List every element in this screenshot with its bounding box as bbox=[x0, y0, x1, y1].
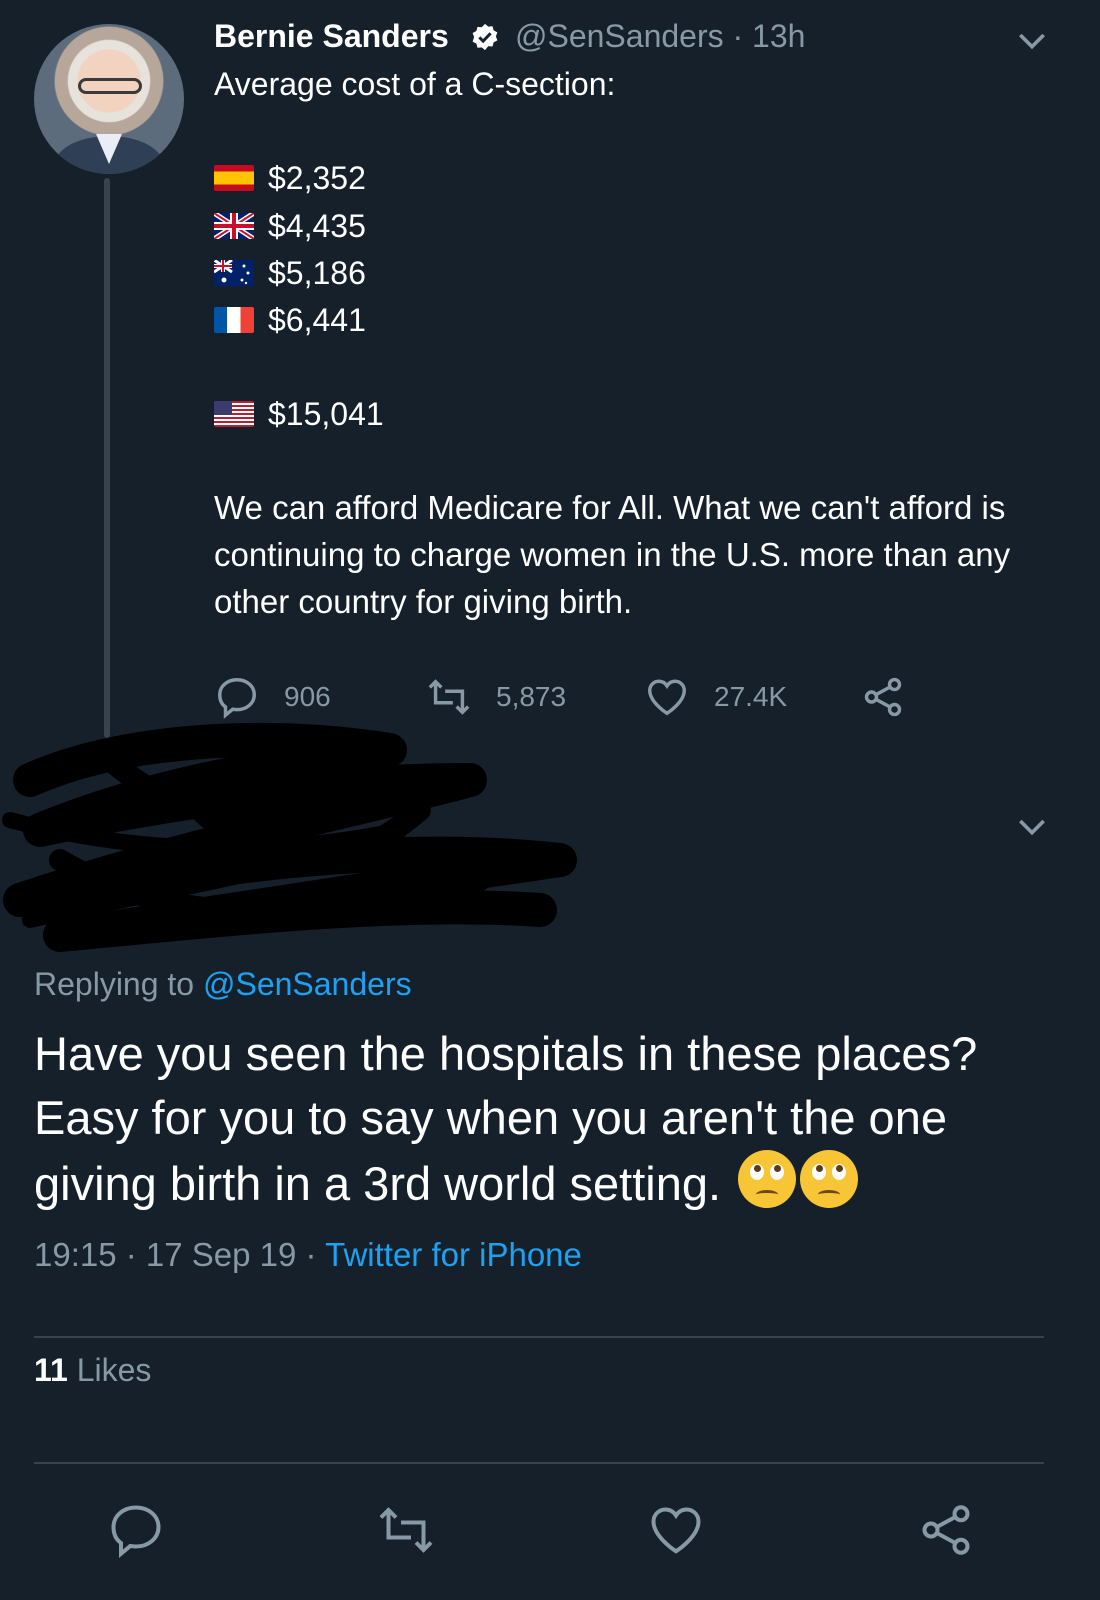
spain-flag-icon bbox=[214, 165, 254, 191]
retweet-action[interactable]: 5,873 bbox=[426, 674, 566, 720]
like-count: 27.4K bbox=[714, 681, 788, 712]
cost-amount: $15,041 bbox=[268, 395, 384, 432]
reply-likes-count: 11 bbox=[34, 1352, 68, 1388]
divider bbox=[34, 1336, 1044, 1338]
rolling-eyes-emoji-icon bbox=[800, 1150, 859, 1208]
reply-timestamp: 19:15 · 17 Sep 19 · bbox=[34, 1236, 317, 1273]
cost-amount: $6,441 bbox=[268, 301, 366, 338]
divider bbox=[34, 1462, 1044, 1464]
thread-line bbox=[104, 178, 110, 738]
redaction-scribble bbox=[2, 723, 577, 952]
replying-prefix: Replying to bbox=[34, 966, 195, 1002]
cost-row-spain: $2,352 bbox=[214, 156, 366, 200]
replying-to-line: Replying to @SenSanders bbox=[34, 966, 412, 1003]
australia-flag-icon bbox=[214, 260, 254, 286]
cost-row-france: $6,441 bbox=[214, 298, 366, 342]
chevron-down-icon[interactable] bbox=[1012, 20, 1052, 60]
replying-handle-link[interactable]: @SenSanders bbox=[203, 966, 412, 1002]
tweet-intro: Average cost of a C-section: bbox=[214, 66, 616, 102]
share-icon[interactable] bbox=[916, 1500, 976, 1560]
united-kingdom-flag-icon bbox=[214, 213, 254, 239]
heart-icon[interactable] bbox=[644, 674, 690, 720]
author-handle[interactable]: @SenSanders bbox=[515, 18, 724, 54]
reply-icon[interactable] bbox=[214, 674, 260, 720]
reply-count: 906 bbox=[284, 681, 331, 712]
cost-row-australia: $5,186 bbox=[214, 251, 366, 295]
reply-action[interactable]: 906 bbox=[214, 674, 331, 720]
reply-likes[interactable]: 11 Likes bbox=[34, 1352, 151, 1389]
verified-badge-icon bbox=[472, 23, 498, 51]
cost-row-united-kingdom: $4,435 bbox=[214, 204, 366, 248]
heart-icon[interactable] bbox=[646, 1500, 706, 1560]
reply-icon[interactable] bbox=[106, 1500, 166, 1560]
retweet-icon[interactable] bbox=[426, 674, 472, 720]
cost-amount: $5,186 bbox=[268, 254, 366, 291]
author-name[interactable]: Bernie Sanders bbox=[214, 18, 449, 55]
retweet-icon[interactable] bbox=[376, 1500, 436, 1560]
tweet-time: · 13h bbox=[732, 18, 806, 54]
reply-meta: 19:15 · 17 Sep 19 · Twitter for iPhone bbox=[34, 1236, 582, 1274]
cost-amount: $4,435 bbox=[268, 207, 366, 244]
author-avatar[interactable] bbox=[34, 24, 184, 174]
like-action[interactable]: 27.4K bbox=[644, 674, 787, 720]
reply-body: Have you seen the hospitals in these pla… bbox=[34, 1022, 1074, 1216]
france-flag-icon bbox=[214, 307, 254, 333]
cost-amount: $2,352 bbox=[268, 159, 366, 196]
chevron-down-icon[interactable] bbox=[1012, 806, 1052, 846]
share-icon[interactable] bbox=[860, 674, 906, 720]
reply-likes-label: Likes bbox=[76, 1352, 152, 1388]
reply-source-link[interactable]: Twitter for iPhone bbox=[325, 1236, 582, 1273]
rolling-eyes-emoji-icon bbox=[738, 1150, 797, 1208]
united-states-flag-icon bbox=[214, 401, 254, 427]
tweet-body: We can afford Medicare for All. What we … bbox=[214, 489, 1011, 620]
retweet-count: 5,873 bbox=[496, 681, 567, 712]
cost-row-united-states: $15,041 bbox=[214, 392, 384, 436]
share-action[interactable] bbox=[860, 674, 930, 720]
author-handle-time[interactable]: @SenSanders · 13h bbox=[515, 18, 805, 55]
